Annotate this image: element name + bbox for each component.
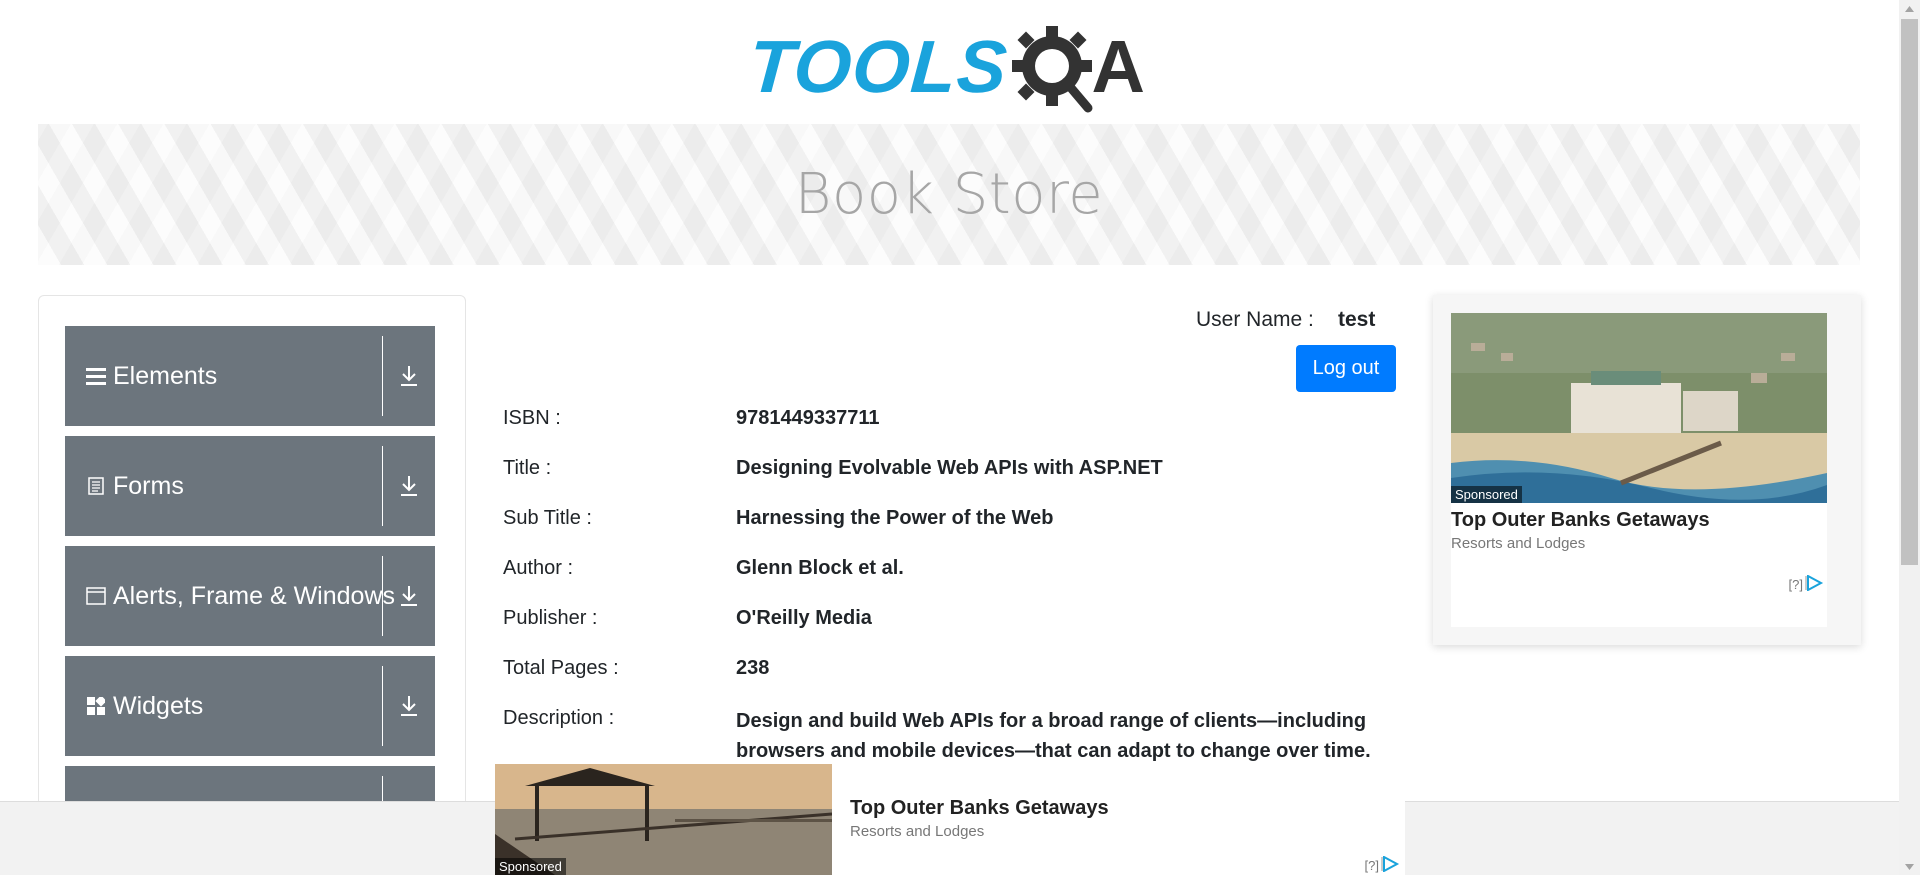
sidebar-group-alerts-frame-windows[interactable]: Alerts, Frame & Windows — [65, 546, 435, 646]
download-arrow-icon[interactable] — [393, 546, 425, 646]
ad-image-gazebo[interactable]: Sponsored — [495, 764, 832, 875]
ad-info[interactable]: [?] — [1364, 855, 1401, 875]
gear-magnifier-icon — [1010, 22, 1098, 113]
logo-text: TOOLS — [746, 24, 1011, 108]
publisher-label: Publisher : — [503, 607, 598, 629]
total-pages-value: 238 — [736, 657, 770, 679]
description-label: Description : — [503, 707, 615, 729]
divider — [382, 336, 383, 416]
ad-info[interactable]: [?] — [1788, 574, 1825, 594]
ad-subtitle: Resorts and Lodges — [850, 823, 985, 840]
window-icon — [85, 585, 107, 607]
ad-info-text: [?] — [1364, 858, 1379, 873]
sidebar-group-widgets[interactable]: Widgets — [65, 656, 435, 756]
page-banner: Book Store — [38, 124, 1860, 265]
sponsored-badge: Sponsored — [1451, 486, 1522, 503]
total-pages-label: Total Pages : — [503, 657, 619, 679]
author-value: Glenn Block et al. — [736, 557, 904, 579]
download-arrow-icon[interactable] — [393, 656, 425, 756]
page: TOOLS A Book Store Elements Forms Alerts… — [0, 0, 1920, 875]
page-title: Book Store — [794, 162, 1104, 227]
sidebar-accordion: Elements Forms Alerts, Frame & Windows W… — [38, 295, 466, 875]
sidebar-group-elements[interactable]: Elements — [65, 326, 435, 426]
isbn-value: 9781449337711 — [736, 407, 880, 429]
sponsored-badge: Sponsored — [495, 858, 566, 875]
scrollbar-thumb[interactable] — [1901, 19, 1918, 565]
sidebar-group-label: Elements — [113, 361, 218, 390]
toolsqa-logo[interactable]: TOOLS A — [746, 18, 1154, 114]
divider — [382, 666, 383, 746]
sidebar-group-label: Forms — [113, 471, 184, 500]
subtitle-label: Sub Title : — [503, 507, 592, 529]
hamburger-icon — [85, 365, 107, 387]
download-arrow-icon[interactable] — [393, 326, 425, 426]
download-arrow-icon[interactable] — [393, 436, 425, 536]
title-value: Designing Evolvable Web APIs with ASP.NE… — [736, 457, 1163, 479]
widgets-icon — [85, 695, 107, 717]
ad-image-resort[interactable]: Sponsored — [1451, 313, 1827, 503]
bottom-ad[interactable]: Sponsored Top Outer Banks Getaways Resor… — [495, 764, 1405, 875]
sidebar-ad[interactable]: Sponsored Top Outer Banks Getaways Resor… — [1433, 295, 1861, 645]
vertical-scrollbar[interactable] — [1899, 0, 1920, 875]
isbn-label: ISBN : — [503, 407, 561, 429]
user-name-row: User Name : test — [1196, 308, 1375, 332]
ad-info-text: [?] — [1788, 577, 1803, 592]
ad-card[interactable]: Sponsored Top Outer Banks Getaways Resor… — [1451, 313, 1827, 627]
subtitle-value: Harnessing the Power of the Web — [736, 507, 1054, 529]
ad-subtitle: Resorts and Lodges — [1451, 535, 1586, 552]
title-label: Title : — [503, 457, 552, 479]
user-name-label: User Name : — [1196, 308, 1314, 331]
user-name-value: test — [1338, 308, 1376, 331]
scroll-down-arrow-icon[interactable] — [1899, 858, 1920, 875]
document-icon — [85, 475, 107, 497]
adchoices-icon[interactable] — [1805, 574, 1825, 594]
ad-title[interactable]: Top Outer Banks Getaways — [1451, 509, 1710, 532]
sidebar-group-label: Alerts, Frame & Windows — [113, 581, 396, 610]
adchoices-icon[interactable] — [1381, 855, 1401, 875]
logo-suffix: A — [1091, 24, 1145, 108]
ad-title[interactable]: Top Outer Banks Getaways — [850, 797, 1109, 820]
publisher-value: O'Reilly Media — [736, 607, 872, 629]
sidebar-group-forms[interactable]: Forms — [65, 436, 435, 536]
divider — [382, 446, 383, 526]
logout-button[interactable]: Log out — [1296, 345, 1396, 392]
divider — [382, 556, 383, 636]
sidebar-group-label: Widgets — [113, 691, 204, 720]
author-label: Author : — [503, 557, 574, 579]
scroll-up-arrow-icon[interactable] — [1899, 0, 1920, 17]
